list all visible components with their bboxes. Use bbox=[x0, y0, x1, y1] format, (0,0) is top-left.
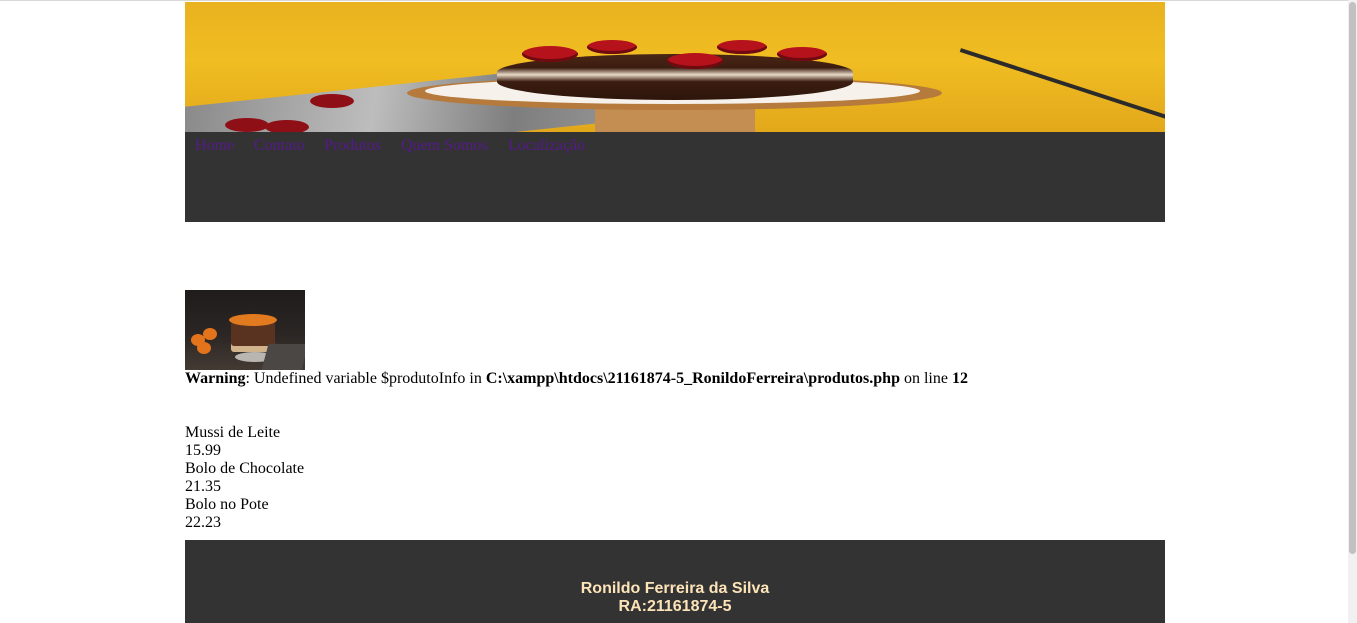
banner-cherry bbox=[587, 40, 637, 54]
page-container: Home Contato Produtos Quem Somos Localiz… bbox=[185, 2, 1165, 222]
warning-line-number: 12 bbox=[951, 370, 968, 387]
banner-fork bbox=[959, 48, 1165, 120]
product-price: 22.23 bbox=[185, 514, 221, 531]
product-price: 15.99 bbox=[185, 442, 221, 459]
nav-link-contato[interactable]: Contato bbox=[254, 137, 305, 155]
banner-loose-cherry bbox=[265, 120, 309, 132]
banner-cherry bbox=[667, 53, 723, 69]
banner-cherry bbox=[777, 47, 827, 61]
product-image bbox=[185, 290, 305, 370]
warning-label: Warning bbox=[185, 370, 246, 387]
nav-link-localizacao[interactable]: Localização bbox=[508, 137, 585, 155]
product-cloth bbox=[261, 344, 305, 370]
nav-link-produtos[interactable]: Produtos bbox=[324, 137, 381, 155]
main-nav: Home Contato Produtos Quem Somos Localiz… bbox=[185, 132, 1165, 222]
warning-text: : Undefined variable $produtoInfo in bbox=[245, 370, 486, 387]
product-price: 21.35 bbox=[185, 478, 221, 495]
banner-cherry bbox=[717, 40, 767, 54]
footer: Ronildo Ferreira da Silva RA:21161874-5 bbox=[185, 540, 1165, 623]
vertical-scrollbar[interactable] bbox=[1348, 0, 1357, 623]
product-fruit bbox=[197, 342, 211, 354]
product-list: Mussi de Leite 15.99 Bolo de Chocolate 2… bbox=[185, 424, 304, 532]
top-border bbox=[0, 0, 1357, 1]
banner-loose-cherry bbox=[310, 94, 354, 108]
product-name: Bolo de Chocolate bbox=[185, 460, 305, 477]
warning-line-text: on line bbox=[899, 370, 952, 387]
banner-cherry bbox=[522, 46, 578, 62]
header-banner-image bbox=[185, 2, 1165, 132]
footer-author-name: Ronildo Ferreira da Silva bbox=[580, 580, 770, 597]
nav-link-quem-somos[interactable]: Quem Somos bbox=[401, 137, 488, 155]
banner-loose-cherry bbox=[225, 118, 269, 132]
warning-file-path: C:\xampp\htdocs\21161874-5_RonildoFerrei… bbox=[485, 370, 900, 387]
scrollbar-thumb[interactable] bbox=[1349, 2, 1356, 554]
footer-ra: RA:21161874-5 bbox=[618, 598, 732, 615]
product-cake-topping bbox=[229, 314, 277, 326]
nav-link-home[interactable]: Home bbox=[195, 137, 234, 155]
product-name: Mussi de Leite bbox=[185, 424, 281, 441]
php-warning-message: Warning: Undefined variable $produtoInfo… bbox=[185, 370, 968, 388]
product-name: Bolo no Pote bbox=[185, 496, 269, 513]
product-fruit bbox=[203, 328, 217, 340]
